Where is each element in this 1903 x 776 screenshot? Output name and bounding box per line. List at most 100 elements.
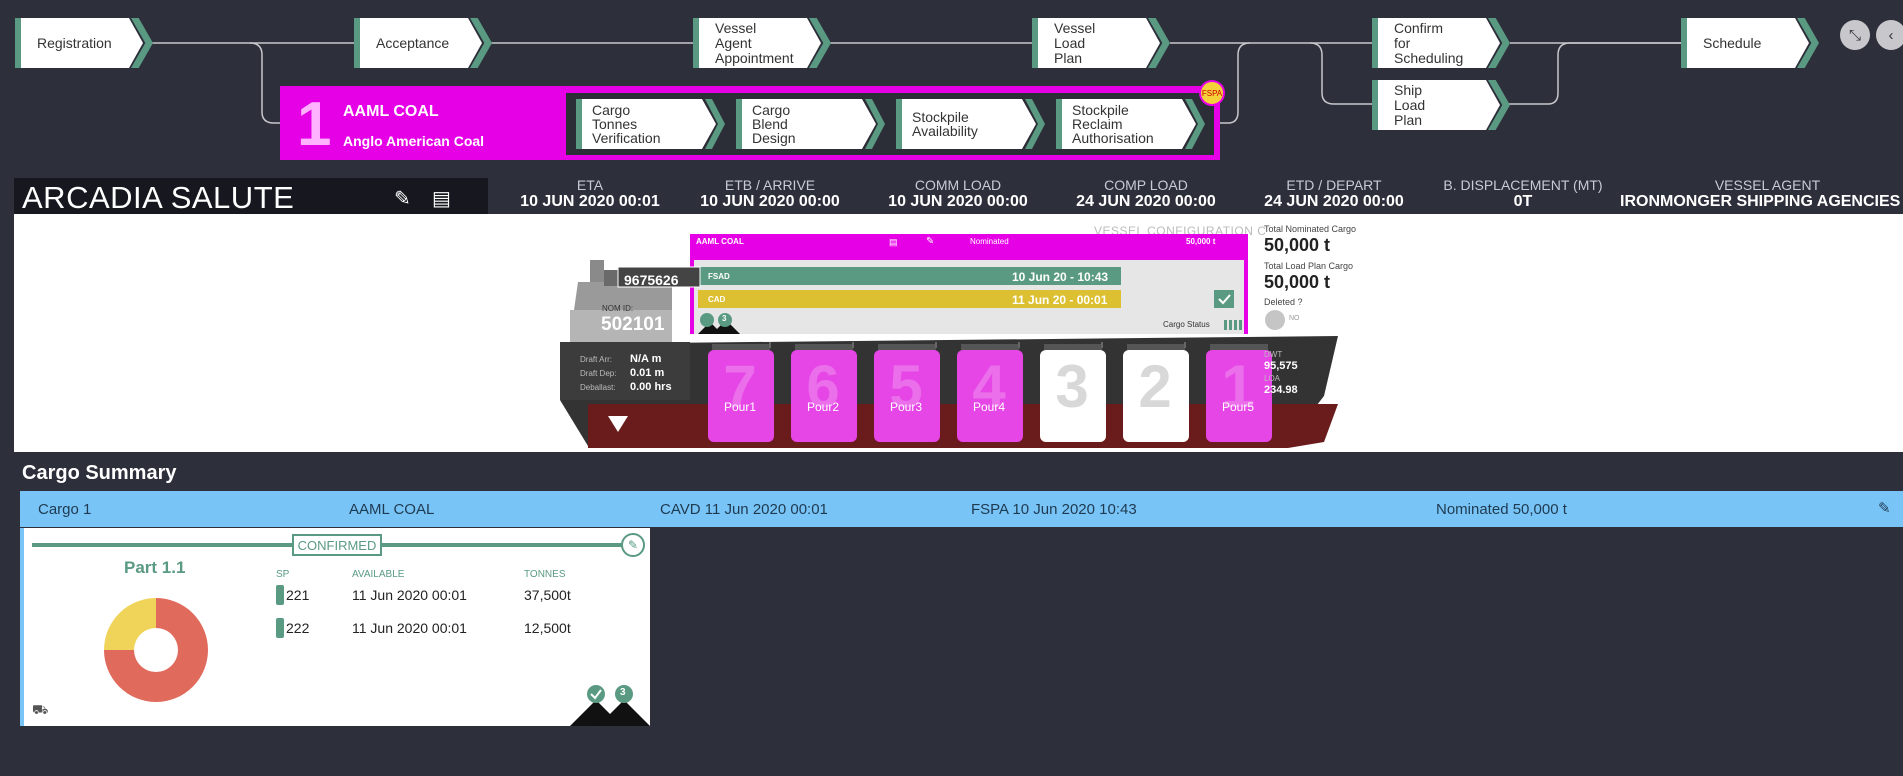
edit-icon[interactable]: ✎ (394, 186, 411, 211)
workflow-step-registration[interactable]: Registration (15, 18, 143, 68)
vessel-agent-value: IRONMONGER SHIPPING AGENCIES (1620, 193, 1901, 210)
workflow-step-confirm-for-scheduling[interactable]: Confirm for Scheduling (1372, 18, 1500, 68)
check-badge-icon (587, 685, 605, 703)
hold-hatch-cover (1210, 344, 1268, 350)
header-sp: SP (276, 569, 290, 580)
hold-pour-label: Pour3 (889, 400, 923, 414)
step-label: Confirm for Scheduling (1394, 19, 1464, 66)
row-2-available: 11 Jun 2020 00:01 (352, 620, 467, 636)
edit-icon[interactable]: ✎ (926, 236, 934, 247)
summary-nominated: Nominated 50,000 t (1436, 501, 1567, 518)
table-icon[interactable]: ▤ (432, 186, 451, 211)
workflow-step-acceptance[interactable]: Acceptance (354, 18, 482, 68)
substep-label: Cargo Tonnes Verification (592, 102, 661, 146)
workflow-step-vessel-load-plan[interactable]: Vessel Load Plan (1032, 18, 1160, 68)
displacement-value: 0T (1513, 193, 1533, 210)
hold-pour-label: Pour4 (972, 400, 1006, 414)
cad-label: CAD (708, 295, 726, 304)
comm-load-value: 10 JUN 2020 00:00 (888, 193, 1028, 210)
card-cargo-name: AAML COAL (696, 237, 744, 246)
nom-id-label: NOM ID: (602, 304, 634, 313)
file-icon[interactable]: ▤ (889, 237, 898, 248)
substep-label: Stockpile Availability (912, 109, 978, 139)
hold-hatch-cover (878, 344, 936, 350)
workflow-step-schedule[interactable]: Schedule (1681, 18, 1809, 68)
row-2-sp: 222 (286, 620, 310, 636)
cargo-owner: Anglo American Coal (343, 133, 485, 149)
substep-label: Cargo Blend Design (752, 102, 796, 146)
dwt-label: DWT (1264, 350, 1283, 359)
stockpile-chip (276, 618, 284, 638)
substep-stockpile-availability[interactable]: Stockpile Availability (896, 99, 1036, 149)
loa-label: LOA (1264, 374, 1281, 383)
eta-label: ETA (576, 177, 604, 193)
row-2-tonnes: 12,500t (524, 620, 571, 636)
step-label: Acceptance (376, 34, 450, 51)
stockpile-chip (276, 585, 284, 605)
cargo-substeps: Cargo Tonnes Verification Cargo Blend De… (566, 93, 1214, 155)
cargo-summary-bar[interactable]: Cargo 1 AAML COAL CAVD 11 Jun 2020 00:01… (20, 491, 1903, 527)
cargo-name: AAML COAL (343, 103, 439, 120)
deleted-toggle[interactable] (1265, 310, 1285, 330)
cargo-summary-title: Cargo Summary (22, 462, 177, 484)
step-label: Vessel Agent Appointment (715, 19, 794, 66)
chevron-left-icon[interactable]: ‹ (1876, 20, 1903, 50)
draft-dep-label: Draft Dep: (580, 369, 617, 378)
step-label: Schedule (1703, 34, 1762, 51)
part-card: CONFIRMED ✎ Part 1.1 SP AVAILABLE TONNES… (24, 528, 650, 726)
etb-label: ETB / ARRIVE (724, 177, 816, 193)
header-available: AVAILABLE (352, 569, 405, 580)
hold-hatch-cover (1127, 344, 1185, 350)
donut-slice (104, 598, 156, 650)
draft-dep-value: 0.01 m (630, 367, 665, 379)
hold-number: 2 (1138, 353, 1172, 420)
row-1-tonnes: 37,500t (524, 587, 571, 603)
substep-cargo-blend-design[interactable]: Cargo Blend Design (736, 99, 876, 149)
comm-load-field: COMM LOAD 10 JUN 2020 00:00 (868, 177, 1048, 211)
cargo-workflow-box[interactable]: 1 AAML COAL Anglo American Coal Cargo To… (280, 86, 1220, 160)
step-label: Vessel Load Plan (1054, 19, 1096, 66)
workflow-step-vessel-agent-appointment[interactable]: Vessel Agent Appointment (693, 18, 821, 68)
train-icon[interactable]: ⛟ (32, 702, 48, 720)
hold-hatch-cover (961, 344, 1019, 350)
summary-cargo: Cargo 1 (38, 501, 92, 518)
draft-arr-value: N/A m (630, 353, 662, 365)
header-tonnes: TONNES (524, 569, 566, 580)
vessel-name: ARCADIA SALUTE (22, 180, 295, 215)
edit-icon[interactable]: ✎ (1878, 499, 1891, 517)
card-tonnes: 50,000 t (1186, 237, 1216, 246)
draft-arr-label: Draft Arr: (580, 355, 613, 364)
cad-value: 11 Jun 20 - 00:01 (1012, 293, 1108, 307)
etb-value: 10 JUN 2020 00:00 (700, 193, 840, 210)
vessel-agent-label: VESSEL AGENT (1714, 178, 1821, 193)
check-icon (1214, 290, 1234, 308)
deballast-label: Deballast: (580, 383, 616, 392)
fspa-badge: FSPA (1199, 80, 1225, 106)
substep-label: Stockpile Reclaim Authorisation (1072, 102, 1154, 146)
hold-hatch-cover (712, 344, 770, 350)
stockpile-mountains (570, 685, 650, 726)
hold-pour-label: Pour2 (806, 400, 840, 414)
card-check-count: 3 (722, 314, 727, 323)
summary-fspa: FSPA 10 Jun 2020 10:43 (971, 501, 1137, 518)
eta-value: 10 JUN 2020 00:01 (520, 193, 660, 210)
fsad-value: 10 Jun 20 - 10:43 (1012, 270, 1109, 284)
comm-load-label: COMM LOAD (914, 177, 1002, 193)
etd-field: ETD / DEPART 24 JUN 2020 00:00 (1244, 178, 1424, 211)
total-nominated-value: 50,000 t (1264, 235, 1331, 255)
substep-stockpile-reclaim-authorisation[interactable]: Stockpile Reclaim Authorisation (1056, 99, 1196, 149)
substep-cargo-tonnes-verification[interactable]: Cargo Tonnes Verification (576, 99, 716, 149)
part-title: Part 1.1 (124, 558, 186, 577)
card-status: Nominated (970, 237, 1009, 246)
comp-load-label: COMP LOAD (1104, 177, 1188, 193)
nom-id-value: 502101 (601, 314, 665, 335)
compress-arrows-icon[interactable]: ⤡ (1840, 20, 1870, 50)
part-check-count: 3 (620, 687, 626, 698)
total-nominated-label: Total Nominated Cargo (1264, 224, 1357, 234)
edit-icon[interactable]: ✎ (621, 533, 645, 557)
deleted-value: NO (1289, 315, 1300, 322)
check-badge-icon (700, 313, 714, 327)
tonnes-donut-chart (104, 598, 208, 702)
workflow-step-ship-load-plan[interactable]: Ship Load Plan (1372, 80, 1500, 130)
vessel-title-bar: ARCADIA SALUTE ✎ ▤ (14, 178, 488, 215)
